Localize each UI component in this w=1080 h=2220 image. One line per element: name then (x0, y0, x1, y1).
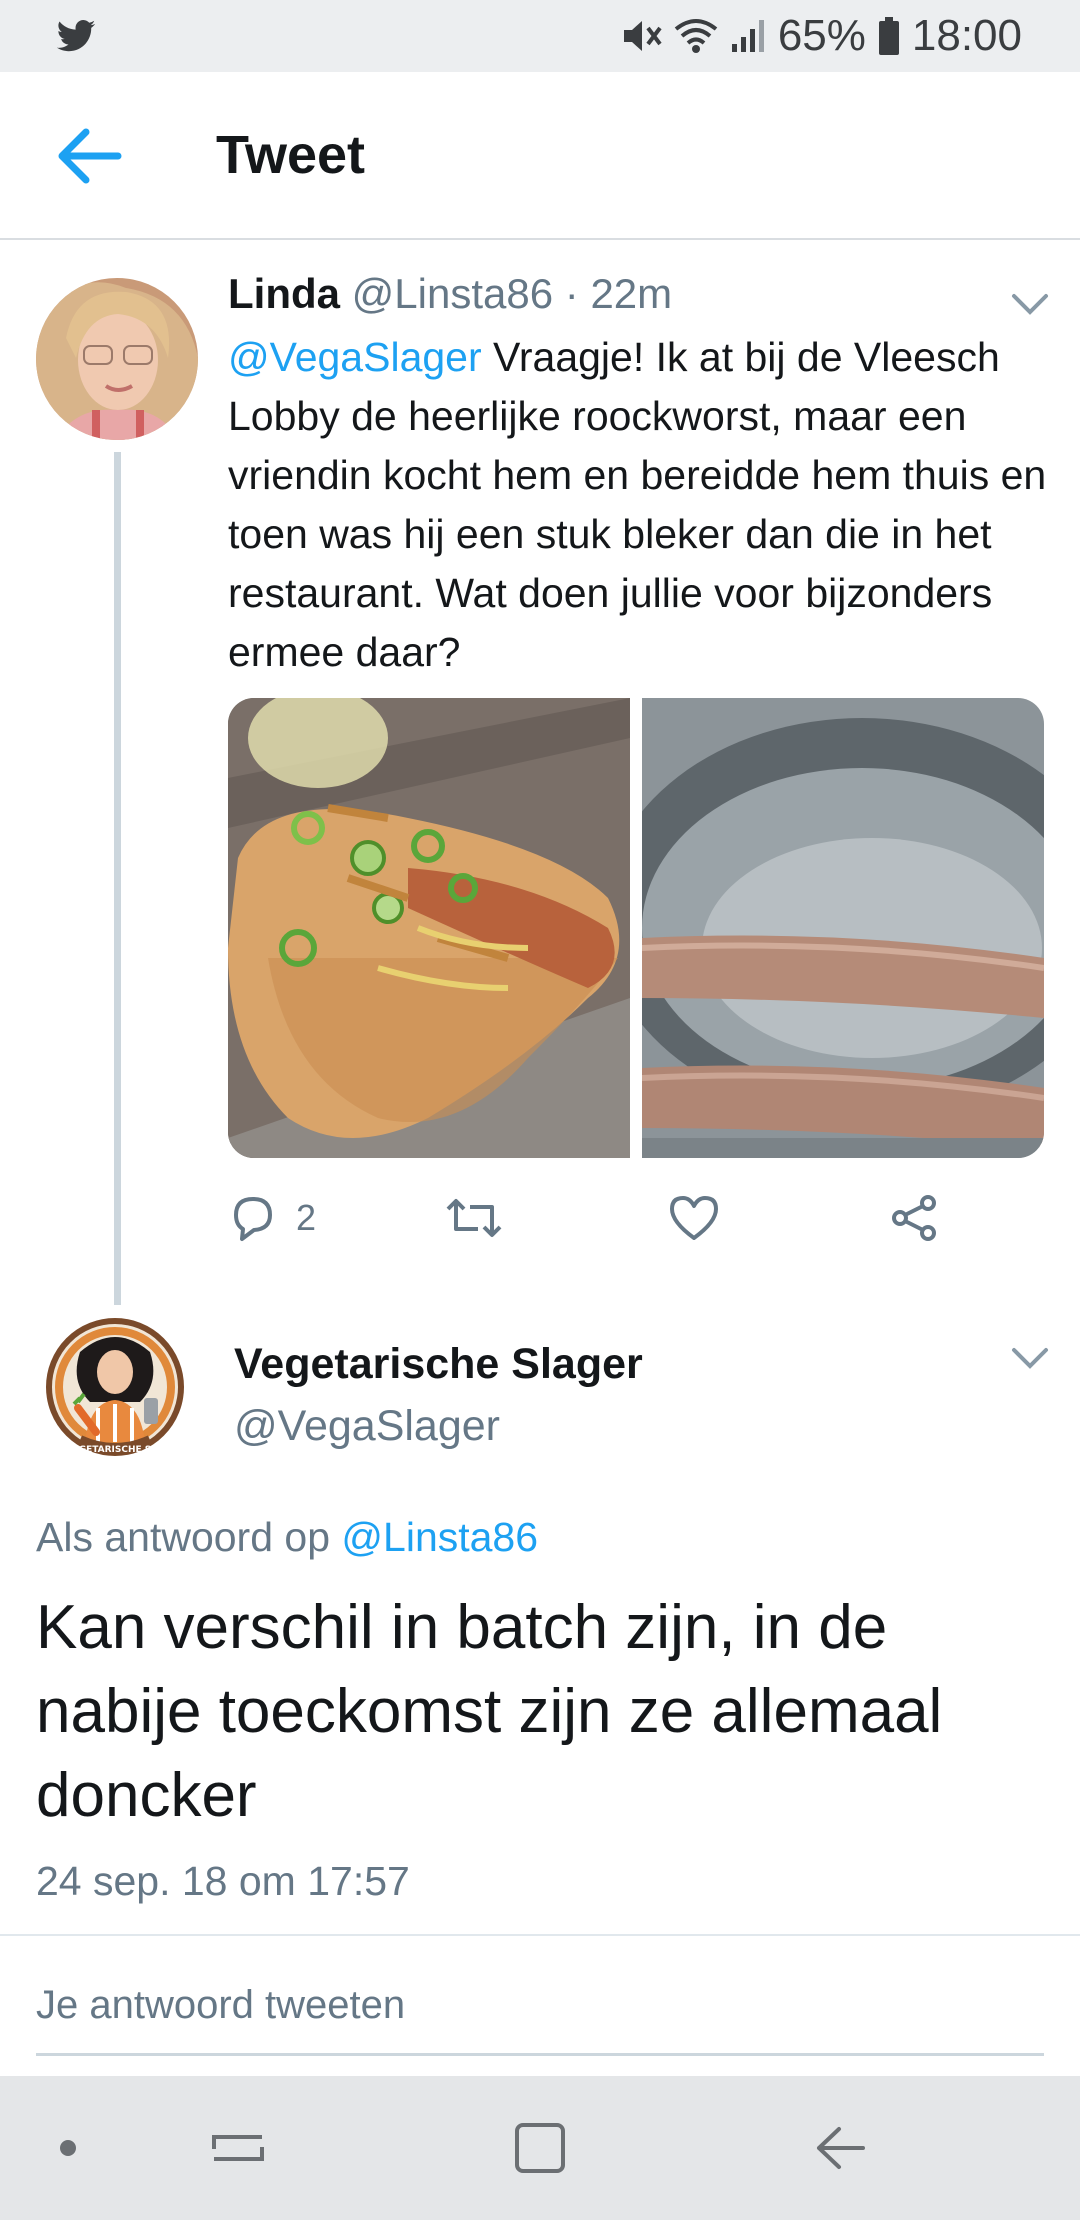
tweet-header: Linda @Linsta86 · 22m (228, 270, 672, 318)
clock: 18:00 (911, 11, 1022, 60)
reply-context: Als antwoord op @Linsta86 (36, 1514, 538, 1561)
heart-icon (670, 1196, 718, 1240)
tweet-actions: 2 (228, 1188, 1008, 1248)
nav-dot-button[interactable] (36, 2116, 100, 2180)
tweet-time: 22m (590, 270, 673, 317)
tweet-timestamp: 24 sep. 18 om 17:57 (36, 1858, 410, 1904)
reply-count: 2 (296, 1197, 317, 1238)
retweet-action[interactable] (444, 1188, 504, 1248)
author-handle[interactable]: @VegaSlager (234, 1402, 500, 1451)
tweet-body: @VegaSlager Vraagje! Ik at bij de Vleesc… (228, 328, 1048, 682)
logo-text: GETARISCHE S (79, 1445, 152, 1455)
retweet-icon (446, 1199, 502, 1237)
home-square-icon (515, 2123, 565, 2173)
twitter-bird-icon (56, 20, 96, 52)
back-arrow-icon (817, 2127, 865, 2169)
battery-percentage: 65% (777, 11, 866, 60)
page-title: Tweet (216, 125, 366, 185)
reply-to-link[interactable]: @Linsta86 (341, 1514, 538, 1560)
status-bar: 65% 18:00 (0, 0, 1080, 72)
share-icon (892, 1195, 936, 1241)
status-indicators: 65% 18:00 (620, 0, 1022, 72)
recent-apps-icon (212, 2135, 264, 2161)
reply-action[interactable]: 2 (228, 1188, 316, 1248)
media-image-sausages[interactable] (642, 698, 1044, 1158)
tweet-media (228, 698, 1044, 1158)
tweet-text: Kan verschil in batch zijn, in de nabije… (36, 1593, 943, 1830)
author-name[interactable]: Linda (228, 270, 340, 317)
signal-icon (731, 20, 764, 52)
share-action[interactable] (890, 1188, 940, 1248)
avatar[interactable]: GETARISCHE S (40, 1312, 190, 1462)
media-image-hotdog[interactable] (228, 698, 630, 1158)
divider (0, 1934, 1080, 1936)
author-name[interactable]: Vegetarische Slager (234, 1340, 643, 1389)
mention-link[interactable]: @VegaSlager (228, 334, 482, 380)
reply-compose-input[interactable] (36, 1980, 1044, 2056)
reply-prefix: Als antwoord op (36, 1514, 342, 1560)
meta-separator: · (553, 270, 591, 317)
back-button[interactable] (808, 2116, 872, 2180)
chevron-down-icon[interactable] (1010, 292, 1050, 318)
system-nav-bar (0, 2076, 1080, 2220)
tweet-text: Vraagje! Ik at bij de Vleesch Lobby de h… (228, 334, 1047, 675)
mute-icon (623, 21, 662, 51)
home-button[interactable] (508, 2116, 572, 2180)
chevron-down-icon[interactable] (1010, 1346, 1050, 1372)
thread-connector (114, 452, 121, 1305)
dot-icon (60, 2140, 76, 2156)
avatar[interactable] (36, 278, 198, 440)
battery-icon (878, 17, 899, 55)
author-handle[interactable]: @Linsta86 (352, 270, 553, 317)
recent-apps-button[interactable] (206, 2116, 270, 2180)
like-action[interactable] (668, 1188, 720, 1248)
wifi-icon (674, 19, 718, 53)
app-header: Tweet (0, 72, 1080, 240)
back-arrow-icon[interactable] (56, 126, 122, 186)
reply-icon (234, 1197, 272, 1241)
